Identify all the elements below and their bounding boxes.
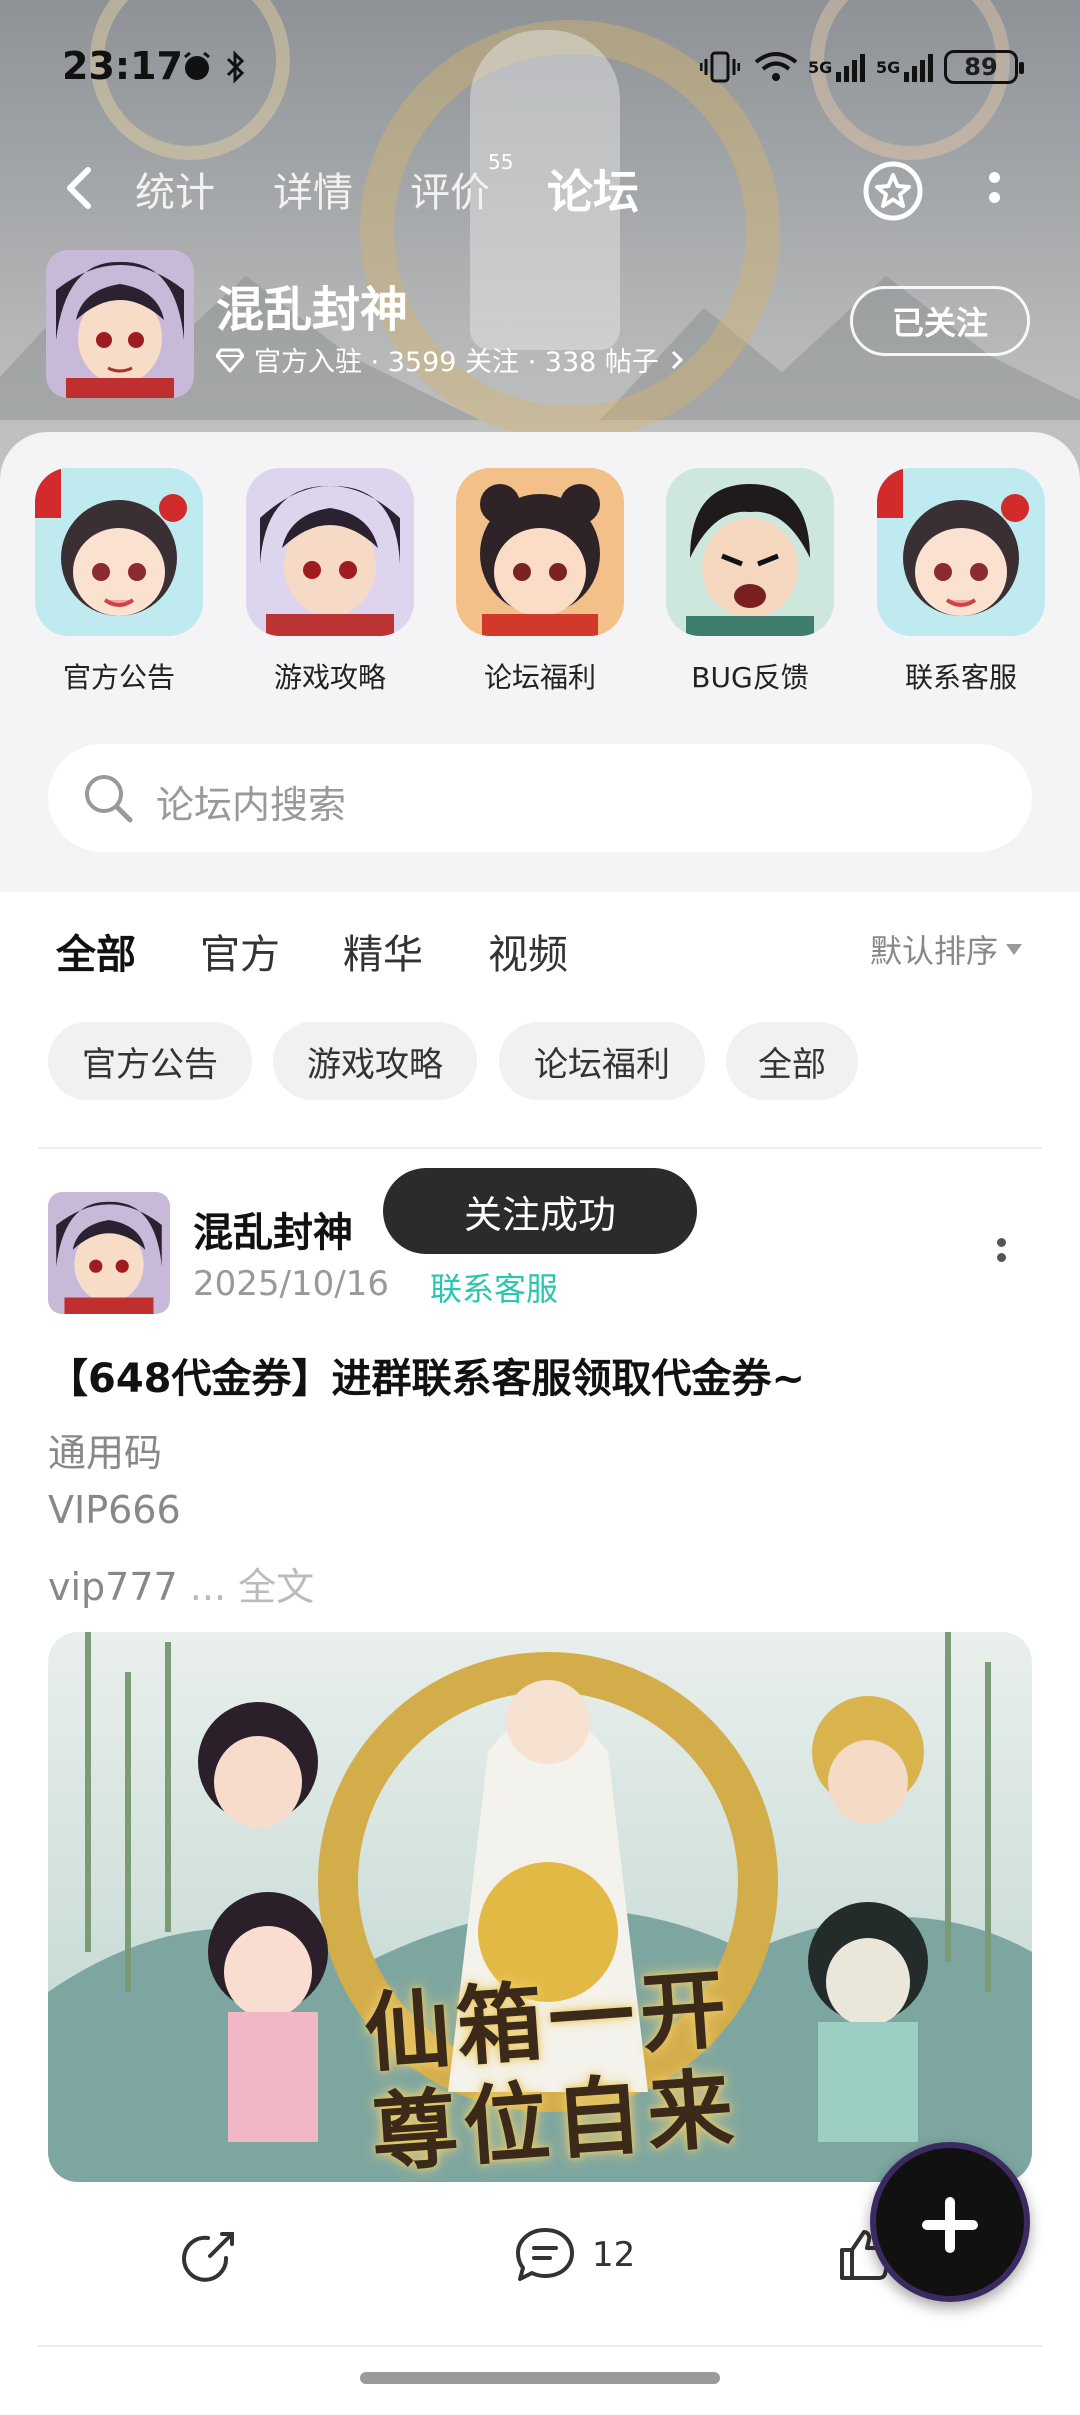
bluetooth-icon bbox=[224, 50, 248, 84]
forum-categories-card: 官方公告 游戏攻略 论坛福利 BUG反馈 联系客服 论坛内搜索 bbox=[0, 432, 1080, 892]
filter-tab-official[interactable]: 官方 bbox=[200, 922, 280, 980]
chip-forum-perks[interactable]: 论坛福利 bbox=[499, 1022, 705, 1100]
cell-signal-1-icon: 5G bbox=[808, 50, 868, 84]
diamond-icon bbox=[216, 348, 244, 372]
category-forum-perks[interactable]: 论坛福利 bbox=[455, 468, 625, 696]
comment-icon bbox=[516, 2228, 574, 2281]
divider bbox=[38, 2345, 1042, 2347]
game-avatar[interactable] bbox=[46, 250, 194, 398]
forum-search-bar[interactable]: 论坛内搜索 bbox=[48, 744, 1032, 852]
caret-down-icon bbox=[1006, 943, 1023, 955]
wifi-icon bbox=[752, 50, 800, 84]
post-ellipsis: ... bbox=[177, 1565, 239, 1609]
chip-all[interactable]: 全部 bbox=[726, 1022, 858, 1100]
post-image[interactable]: 仙箱一开 尊位自来 bbox=[48, 1632, 1032, 2182]
forum-feed: 全部 官方 精华 视频 默认排序 官方公告 游戏攻略 论坛福利 全部 混乱封神 … bbox=[0, 892, 1080, 2415]
post-body-text: vip777 bbox=[48, 1565, 178, 1609]
category-official-announcements[interactable]: 官方公告 bbox=[34, 468, 204, 696]
category-avatar bbox=[666, 468, 834, 636]
signal-label: 5G bbox=[876, 57, 901, 77]
post-date: 2025/10/16 bbox=[193, 1264, 389, 1304]
signal-label: 5G bbox=[808, 57, 833, 77]
post-body-line: 通用码 bbox=[48, 1431, 163, 1475]
filter-tab-featured[interactable]: 精华 bbox=[343, 922, 423, 980]
home-indicator[interactable] bbox=[360, 2372, 720, 2384]
chevron-right-icon bbox=[671, 350, 684, 369]
category-avatar bbox=[246, 468, 414, 636]
game-title: 混乱封神 bbox=[216, 282, 409, 338]
search-placeholder: 论坛内搜索 bbox=[156, 783, 347, 827]
cell-signal-2-icon: 5G bbox=[876, 50, 936, 84]
review-count-badge: 55 bbox=[488, 150, 514, 174]
share-button[interactable] bbox=[182, 2226, 240, 2284]
game-meta[interactable]: 官方入驻 · 3599 关注 · 338 帖子 bbox=[216, 340, 685, 379]
category-label: 论坛福利 bbox=[483, 661, 596, 694]
chip-official-announcements[interactable]: 官方公告 bbox=[48, 1022, 252, 1100]
post-author-name[interactable]: 混乱封神 bbox=[193, 1200, 353, 1258]
share-icon bbox=[182, 2232, 234, 2282]
sort-dropdown[interactable]: 默认排序 bbox=[870, 926, 1023, 972]
forum-page: 23:17 5G 5G 89 统计 详情 评价 55 论坛 混乱封神 官方入驻 … bbox=[0, 0, 1080, 2415]
alarm-icon bbox=[180, 50, 214, 84]
post-title[interactable]: 【648代金券】进群联系客服领取代金券~ bbox=[48, 1346, 805, 1404]
category-label: 游戏攻略 bbox=[273, 661, 386, 694]
toast-message: 关注成功 bbox=[383, 1168, 697, 1254]
game-header: 混乱封神 官方入驻 · 3599 关注 · 338 帖子 已关注 bbox=[0, 250, 1080, 400]
tab-forum[interactable]: 论坛 bbox=[547, 156, 639, 226]
post-author-avatar[interactable] bbox=[48, 1192, 170, 1314]
battery-indicator: 89 bbox=[944, 50, 1024, 84]
game-meta-text: 官方入驻 · 3599 关注 · 338 帖子 bbox=[254, 347, 659, 378]
category-avatar bbox=[35, 468, 203, 636]
category-label: BUG反馈 bbox=[691, 661, 809, 694]
filter-tab-video[interactable]: 视频 bbox=[488, 922, 568, 980]
follow-button[interactable]: 已关注 bbox=[850, 286, 1030, 356]
filter-tab-all[interactable]: 全部 bbox=[56, 922, 136, 982]
category-avatar bbox=[877, 468, 1045, 636]
tab-details[interactable]: 详情 bbox=[273, 160, 353, 218]
category-game-guides[interactable]: 游戏攻略 bbox=[245, 468, 415, 696]
category-contact-support[interactable]: 联系客服 bbox=[876, 468, 1046, 696]
category-label: 联系客服 bbox=[904, 661, 1017, 694]
post-category-tag[interactable]: 联系客服 bbox=[430, 1264, 558, 1310]
status-time: 23:17 bbox=[62, 44, 183, 88]
comment-button[interactable]: 12 bbox=[514, 2226, 635, 2284]
chip-game-guides[interactable]: 游戏攻略 bbox=[273, 1022, 477, 1100]
category-bug-report[interactable]: BUG反馈 bbox=[665, 468, 835, 696]
status-bar: 23:17 5G 5G 89 bbox=[0, 40, 1080, 96]
back-arrow-icon[interactable] bbox=[60, 164, 100, 212]
vibrate-icon bbox=[700, 50, 740, 84]
tab-stats[interactable]: 统计 bbox=[135, 160, 215, 218]
post-body-line: VIP666 bbox=[48, 1488, 181, 1532]
tab-reviews[interactable]: 评价 bbox=[410, 160, 490, 218]
search-icon bbox=[85, 775, 133, 823]
post-more-icon[interactable] bbox=[994, 1238, 1008, 1278]
top-nav: 统计 详情 评价 55 论坛 bbox=[0, 150, 1080, 230]
comment-count: 12 bbox=[592, 2235, 636, 2275]
more-options-icon[interactable] bbox=[984, 172, 1004, 212]
post-image-caption: 仙箱一开 尊位自来 bbox=[361, 1959, 742, 2182]
category-avatar bbox=[456, 468, 624, 636]
sort-label: 默认排序 bbox=[870, 932, 999, 970]
favorite-star-icon[interactable] bbox=[862, 160, 924, 222]
post-body-line-last: vip777 ... 全文 bbox=[48, 1556, 314, 1611]
read-full-link[interactable]: 全文 bbox=[238, 1565, 314, 1609]
divider bbox=[38, 1147, 1042, 1149]
create-post-fab[interactable] bbox=[870, 2142, 1030, 2302]
category-label: 官方公告 bbox=[62, 661, 175, 694]
